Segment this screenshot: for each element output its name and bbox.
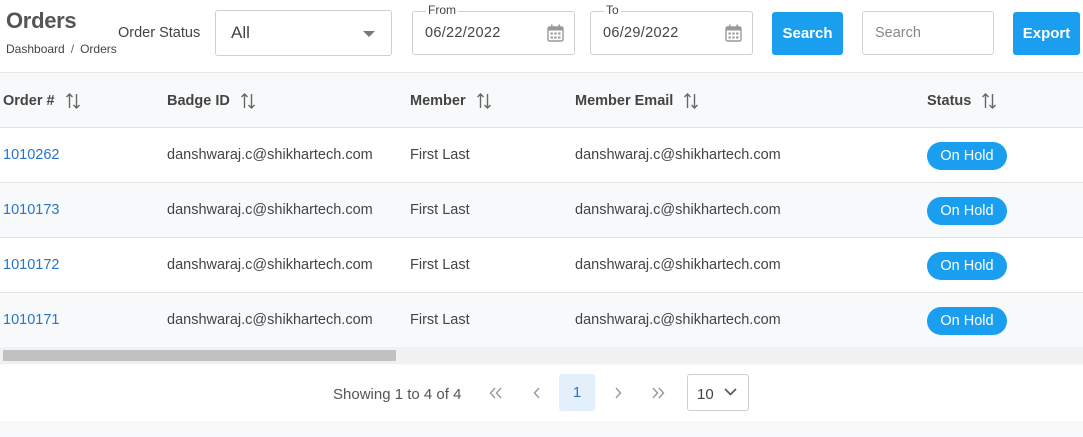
status-badge: On Hold bbox=[927, 142, 1007, 170]
order-number-link[interactable]: 1010262 bbox=[3, 147, 59, 163]
column-header-label: Status bbox=[927, 93, 972, 109]
member-email-cell: danshwaraj.c@shikhartech.com bbox=[575, 147, 781, 163]
search-button[interactable]: Search bbox=[772, 12, 843, 55]
status-badge: On Hold bbox=[927, 252, 1007, 280]
orders-table: Order # Badge ID Member Member Email Sta… bbox=[0, 72, 1083, 365]
member-cell: First Last bbox=[410, 147, 470, 163]
breadcrumb-dashboard[interactable]: Dashboard bbox=[6, 42, 65, 56]
member-cell: First Last bbox=[410, 312, 470, 328]
double-chevron-right-icon bbox=[652, 387, 665, 398]
footer-bar bbox=[0, 421, 1083, 437]
status-badge: On Hold bbox=[927, 307, 1007, 335]
to-date-label: To bbox=[604, 3, 621, 17]
order-number-link[interactable]: 1010171 bbox=[3, 312, 59, 328]
order-number-link[interactable]: 1010173 bbox=[3, 202, 59, 218]
next-page-button[interactable] bbox=[600, 374, 636, 411]
member-email-cell: danshwaraj.c@shikhartech.com bbox=[575, 312, 781, 328]
sort-icon[interactable] bbox=[683, 92, 699, 110]
badge-id-cell: danshwaraj.c@shikhartech.com bbox=[167, 147, 373, 163]
badge-id-cell: danshwaraj.c@shikhartech.com bbox=[167, 202, 373, 218]
order-status-select[interactable]: All bbox=[215, 10, 392, 56]
order-status-value: All bbox=[231, 23, 250, 42]
order-status-label: Order Status bbox=[118, 25, 201, 41]
to-date-value: 06/29/2022 bbox=[603, 25, 679, 41]
pagination: Showing 1 to 4 of 4 1 10 bbox=[0, 365, 1083, 421]
table-row: 1010172 danshwaraj.c@shikhartech.com Fir… bbox=[0, 238, 1083, 293]
sort-icon[interactable] bbox=[240, 92, 256, 110]
table-row: 1010171 danshwaraj.c@shikhartech.com Fir… bbox=[0, 293, 1083, 348]
status-badge: On Hold bbox=[927, 197, 1007, 225]
page-title: Orders bbox=[6, 8, 77, 33]
order-number-link[interactable]: 1010172 bbox=[3, 257, 59, 273]
column-header-email[interactable]: Member Email bbox=[575, 92, 699, 110]
column-header-status[interactable]: Status bbox=[927, 92, 997, 110]
member-email-cell: danshwaraj.c@shikhartech.com bbox=[575, 202, 781, 218]
column-header-label: Member bbox=[410, 93, 466, 109]
chevron-right-icon bbox=[615, 387, 622, 398]
table-header: Order # Badge ID Member Member Email Sta… bbox=[0, 73, 1083, 128]
column-header-badge[interactable]: Badge ID bbox=[167, 92, 256, 110]
chevron-down-icon bbox=[724, 388, 737, 396]
rows-per-page-value: 10 bbox=[697, 386, 714, 403]
sort-icon[interactable] bbox=[981, 92, 997, 110]
first-page-button[interactable] bbox=[478, 374, 514, 411]
sort-icon[interactable] bbox=[65, 92, 81, 110]
chevron-down-icon bbox=[363, 31, 375, 37]
badge-id-cell: danshwaraj.c@shikhartech.com bbox=[167, 312, 373, 328]
member-email-cell: danshwaraj.c@shikhartech.com bbox=[575, 257, 781, 273]
member-cell: First Last bbox=[410, 257, 470, 273]
page-button-1[interactable]: 1 bbox=[559, 374, 595, 411]
from-date-value: 06/22/2022 bbox=[425, 25, 501, 41]
sort-icon[interactable] bbox=[476, 92, 492, 110]
column-header-label: Member Email bbox=[575, 93, 674, 109]
scrollbar-thumb[interactable] bbox=[3, 350, 396, 361]
breadcrumb: Dashboard / Orders bbox=[6, 42, 117, 56]
from-date-label: From bbox=[426, 3, 458, 17]
calendar-icon[interactable] bbox=[547, 24, 564, 42]
last-page-button[interactable] bbox=[640, 374, 676, 411]
chevron-left-icon bbox=[533, 387, 540, 398]
column-header-member[interactable]: Member bbox=[410, 92, 492, 110]
column-header-order[interactable]: Order # bbox=[3, 92, 81, 110]
member-cell: First Last bbox=[410, 202, 470, 218]
horizontal-scrollbar[interactable] bbox=[0, 347, 1083, 364]
from-date-field[interactable]: From 06/22/2022 bbox=[412, 3, 575, 55]
calendar-icon[interactable] bbox=[725, 24, 742, 42]
table-row: 1010173 danshwaraj.c@shikhartech.com Fir… bbox=[0, 183, 1083, 238]
search-input[interactable] bbox=[862, 11, 994, 55]
export-button[interactable]: Export bbox=[1013, 12, 1080, 55]
column-header-label: Order # bbox=[3, 93, 55, 109]
to-date-field[interactable]: To 06/29/2022 bbox=[590, 3, 753, 55]
rows-per-page-select[interactable]: 10 bbox=[687, 374, 749, 411]
table-row: 1010262 danshwaraj.c@shikhartech.com Fir… bbox=[0, 128, 1083, 183]
breadcrumb-separator: / bbox=[70, 42, 75, 56]
double-chevron-left-icon bbox=[489, 387, 502, 398]
breadcrumb-orders: Orders bbox=[80, 42, 117, 56]
showing-count: Showing 1 to 4 of 4 bbox=[333, 386, 462, 403]
badge-id-cell: danshwaraj.c@shikhartech.com bbox=[167, 257, 373, 273]
previous-page-button[interactable] bbox=[519, 374, 555, 411]
column-header-label: Badge ID bbox=[167, 93, 230, 109]
